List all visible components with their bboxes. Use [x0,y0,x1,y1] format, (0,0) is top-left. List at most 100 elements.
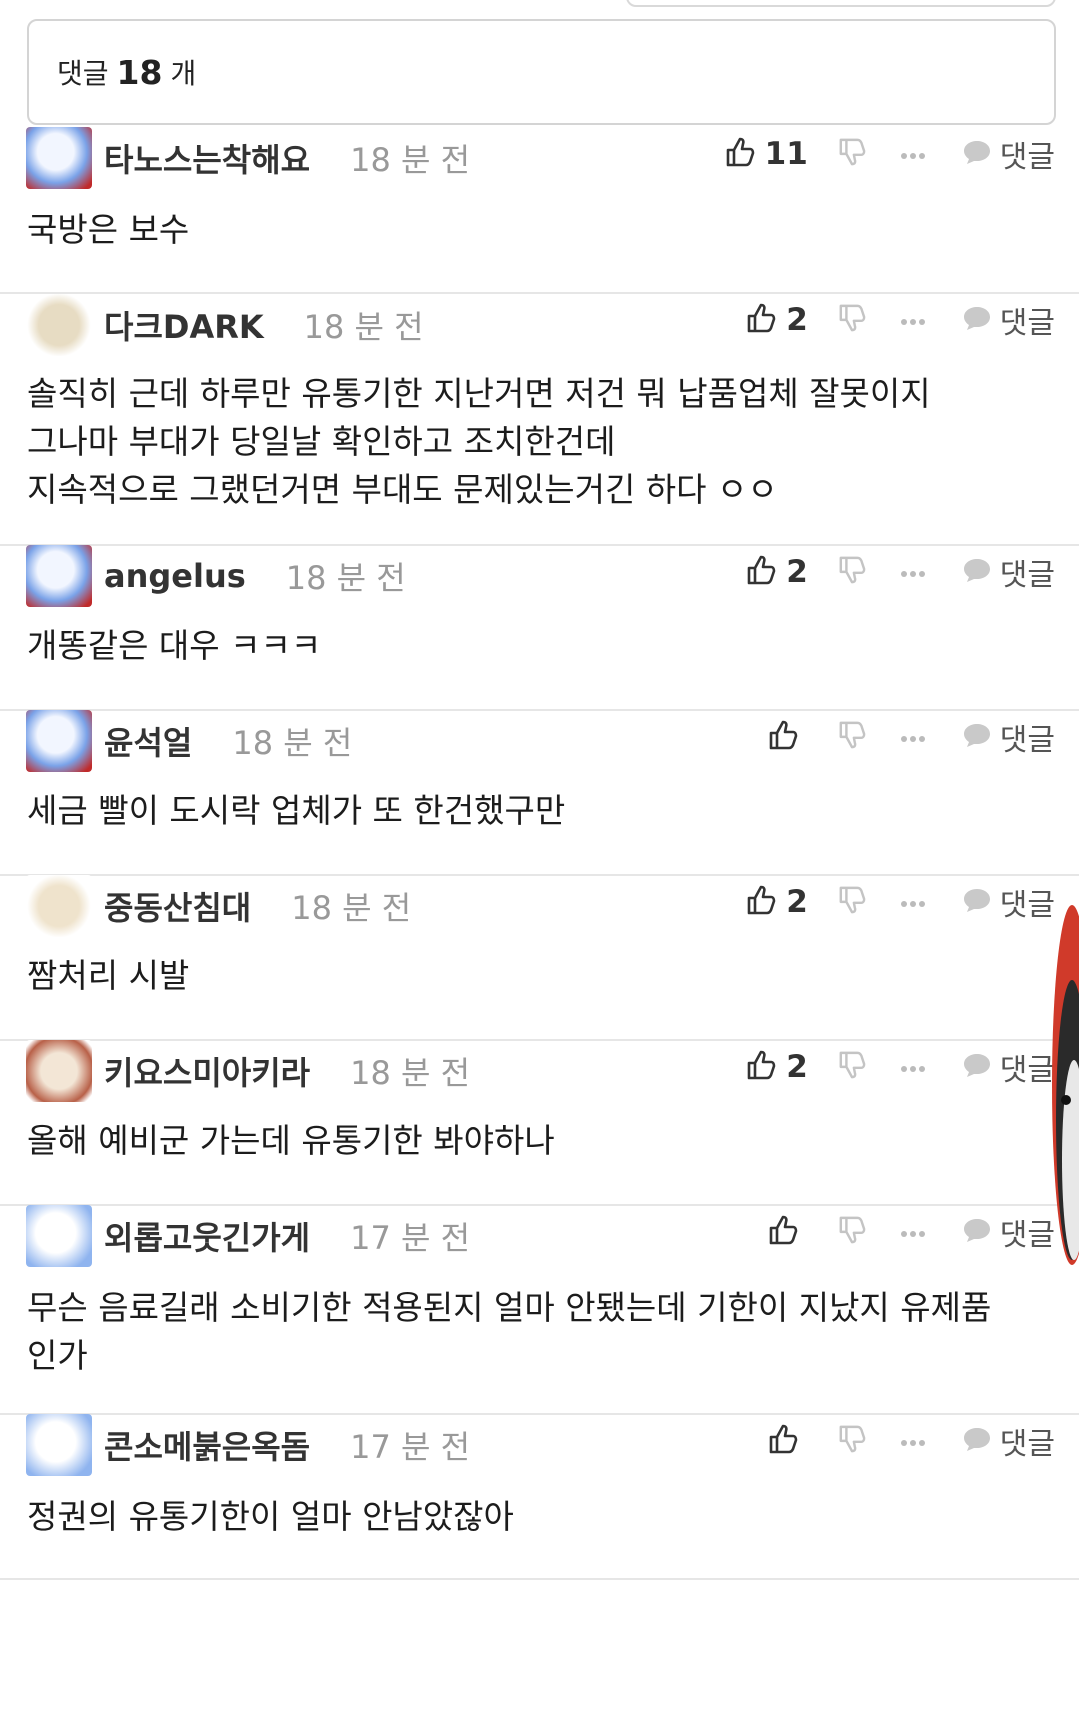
dislike-button[interactable] [838,137,866,171]
like-button[interactable]: 2 [746,1049,808,1085]
comment-actions: 2 댓글 [746,287,1055,353]
comment-item: 다크DARK 18 분 전 2 댓글 솔직히 근데 하루만 유통기한 지난거면 … [0,294,1079,546]
avatar[interactable] [26,545,92,607]
author-name[interactable]: 윤석얼 [104,718,192,764]
comment-time: 17 분 전 [350,1428,471,1466]
floating-mascot-icon[interactable] [1050,900,1079,1270]
speech-bubble-icon [962,886,992,918]
avatar[interactable] [26,710,92,772]
comment-item: 외롭고웃긴가게 17 분 전 댓글 무슨 음료길래 소비기한 적용된지 얼마 안… [0,1205,1079,1415]
comment-item: 타노스는착해요 18 분 전 11 댓글 국방은 보수 [0,125,1079,294]
reply-button[interactable]: 댓글 [962,880,1055,924]
like-button[interactable] [768,719,808,755]
like-button[interactable]: 2 [746,554,808,590]
comment-header: 타노스는착해요 18 분 전 [26,125,470,191]
more-options-button[interactable] [900,563,926,582]
reply-button[interactable]: 댓글 [962,132,1055,176]
author-name[interactable]: 중동산침대 [104,883,251,929]
thumbs-up-icon [768,1423,798,1459]
comment-time: 18 분 전 [350,1054,471,1092]
comment-header: 다크DARK 18 분 전 [26,292,424,358]
thumbs-up-icon [746,302,776,338]
comment-text: 정권의 유통기한이 얼마 안남았잖아 [27,1497,514,1536]
dislike-button[interactable] [838,303,866,337]
reply-button[interactable]: 댓글 [962,1210,1055,1254]
dislike-button[interactable] [838,1215,866,1249]
comment-text: 개똥같은 대우 ㅋㅋㅋ [27,626,322,665]
comment-actions: 댓글 [768,704,1055,770]
thumbs-down-icon [838,885,866,919]
thumbs-up-icon [746,554,776,590]
comment-item: 윤석얼 18 분 전 댓글 세금 빨이 도시락 업체가 또 한건했구만 [0,710,1079,876]
reply-button[interactable]: 댓글 [962,1045,1055,1089]
more-dots-icon [900,563,926,582]
more-dots-icon [900,893,926,912]
dislike-button[interactable] [838,1424,866,1458]
comment-text: 국방은 보수 [27,210,190,249]
more-dots-icon [900,728,926,747]
like-button[interactable] [768,1214,808,1250]
author-name[interactable]: 타노스는착해요 [104,135,310,181]
reply-label: 댓글 [999,723,1055,758]
more-options-button[interactable] [900,728,926,747]
reply-label: 댓글 [999,1427,1055,1462]
thumbs-up-icon [768,719,798,755]
dislike-button[interactable] [838,885,866,919]
speech-bubble-icon [962,304,992,336]
thumbs-up-icon [725,136,755,172]
comment-item: 콘소메붉은옥돔 17 분 전 댓글 정권의 유통기한이 얼마 안남았잖아 [0,1414,1079,1580]
more-options-button[interactable] [900,145,926,164]
more-options-button[interactable] [900,1432,926,1451]
top-input-stub[interactable] [626,0,1056,7]
author-name[interactable]: 다크DARK [104,302,264,348]
avatar[interactable] [26,127,92,189]
reply-button[interactable]: 댓글 [962,715,1055,759]
more-options-button[interactable] [900,1058,926,1077]
author-name[interactable]: angelus [104,557,246,595]
like-button[interactable] [768,1423,808,1459]
dislike-button[interactable] [838,555,866,589]
like-button[interactable]: 11 [725,136,808,172]
reply-label: 댓글 [999,306,1055,341]
comment-time: 18 분 전 [291,889,412,927]
like-button[interactable]: 2 [746,884,808,920]
more-dots-icon [900,1432,926,1451]
avatar[interactable] [26,1205,92,1267]
more-options-button[interactable] [900,311,926,330]
avatar[interactable] [26,875,92,937]
avatar[interactable] [26,294,92,356]
more-dots-icon [900,1058,926,1077]
comment-time: 18 분 전 [285,559,406,597]
comment-actions: 댓글 [768,1199,1055,1265]
reply-button[interactable]: 댓글 [962,550,1055,594]
comment-time: 17 분 전 [350,1219,471,1257]
dislike-button[interactable] [838,720,866,754]
comment-item: angelus 18 분 전 2 댓글 개똥같은 대우 ㅋㅋㅋ [0,545,1079,711]
reply-button[interactable]: 댓글 [962,1419,1055,1463]
avatar[interactable] [26,1414,92,1476]
speech-bubble-icon [962,721,992,753]
more-options-button[interactable] [900,1223,926,1242]
reply-label: 댓글 [999,558,1055,593]
thumbs-down-icon [838,1215,866,1249]
comment-actions: 2 댓글 [746,869,1055,935]
comment-header: 키요스미아키라 18 분 전 [26,1038,470,1104]
avatar[interactable] [26,1040,92,1102]
author-name[interactable]: 외롭고웃긴가게 [104,1213,310,1259]
comment-count-suffix: 개 [170,57,197,90]
dislike-button[interactable] [838,1050,866,1084]
like-count: 2 [786,554,808,590]
more-options-button[interactable] [900,893,926,912]
thumbs-down-icon [838,1050,866,1084]
author-name[interactable]: 콘소메붉은옥돔 [104,1422,310,1468]
like-button[interactable]: 2 [746,302,808,338]
comment-actions: 2 댓글 [746,1034,1055,1100]
comment-count-number: 18 [116,52,163,92]
author-name[interactable]: 키요스미아키라 [104,1048,310,1094]
comment-actions: 11 댓글 [725,121,1055,187]
comment-actions: 댓글 [768,1408,1055,1474]
comment-item: 중동산침대 18 분 전 2 댓글 짬처리 시발 [0,875,1079,1041]
reply-button[interactable]: 댓글 [962,298,1055,342]
comment-time: 18 분 전 [303,308,424,346]
comment-text: 짬처리 시발 [27,956,190,995]
